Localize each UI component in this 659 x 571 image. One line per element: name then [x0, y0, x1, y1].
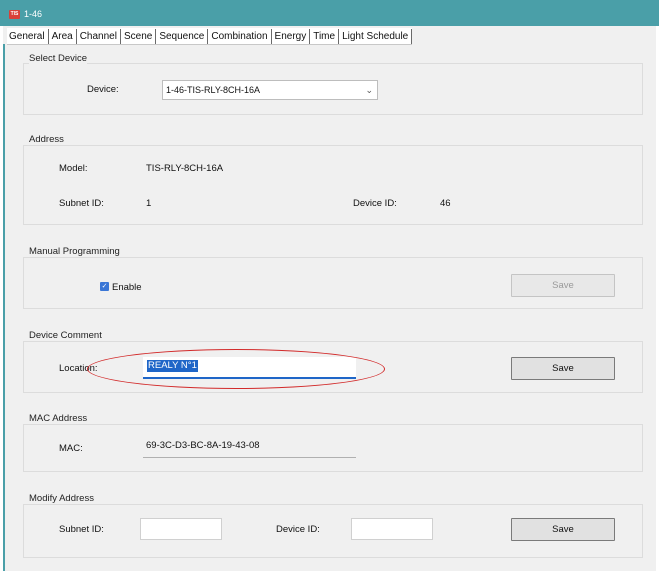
enable-checkbox[interactable]: ✓	[100, 282, 109, 291]
tab-light-schedule[interactable]: Light Schedule	[339, 28, 413, 44]
model-label: Model:	[59, 163, 88, 174]
modify-device-id-label: Device ID:	[276, 524, 320, 535]
tab-area[interactable]: Area	[49, 28, 77, 44]
subnet-id-label: Subnet ID:	[59, 198, 104, 209]
group-title: Manual Programming	[29, 246, 120, 257]
device-select-value: 1-46-TIS-RLY-8CH-16A	[166, 85, 261, 95]
tab-scene[interactable]: Scene	[121, 28, 157, 44]
mac-label: MAC:	[59, 443, 83, 454]
group-title: Select Device	[29, 53, 88, 64]
device-select[interactable]: 1-46-TIS-RLY-8CH-16A ⌄	[162, 80, 378, 100]
manual-programming-save-button[interactable]: Save	[511, 274, 615, 297]
device-label: Device:	[87, 84, 119, 95]
location-label: Location:	[59, 363, 98, 374]
device-id-label: Device ID:	[353, 198, 397, 209]
tab-time[interactable]: Time	[310, 28, 340, 44]
tab-sequence[interactable]: Sequence	[156, 28, 209, 44]
left-border	[3, 44, 5, 571]
location-value: REALY N°1	[147, 360, 198, 372]
modify-subnet-id-input[interactable]	[140, 518, 222, 540]
tab-combination[interactable]: Combination	[208, 28, 272, 44]
app-icon: TIS	[9, 10, 20, 19]
modify-address-save-button[interactable]: Save	[511, 518, 615, 541]
group-title: Device Comment	[29, 330, 102, 341]
model-value: TIS-RLY-8CH-16A	[146, 163, 224, 174]
tab-channel[interactable]: Channel	[77, 28, 121, 44]
title-bar: TIS 1-46	[0, 0, 659, 26]
chevron-down-icon: ⌄	[365, 85, 373, 95]
group-title: Modify Address	[29, 493, 94, 504]
tab-bar: General Area Channel Scene Sequence Comb…	[7, 28, 413, 45]
tab-energy[interactable]: Energy	[272, 28, 311, 44]
mac-value: 69-3C-D3-BC-8A-19-43-08	[143, 436, 356, 458]
address-group: Address	[23, 134, 643, 225]
group-title: Address	[29, 134, 64, 145]
device-comment-save-button[interactable]: Save	[511, 357, 615, 380]
window-title: 1-46	[24, 9, 43, 19]
group-title: MAC Address	[29, 413, 88, 424]
enable-label: Enable	[112, 282, 142, 293]
subnet-id-value: 1	[146, 198, 152, 209]
tab-general[interactable]: General	[7, 28, 49, 44]
device-id-value: 46	[440, 198, 451, 209]
modify-device-id-input[interactable]	[351, 518, 433, 540]
modify-subnet-id-label: Subnet ID:	[59, 524, 104, 535]
